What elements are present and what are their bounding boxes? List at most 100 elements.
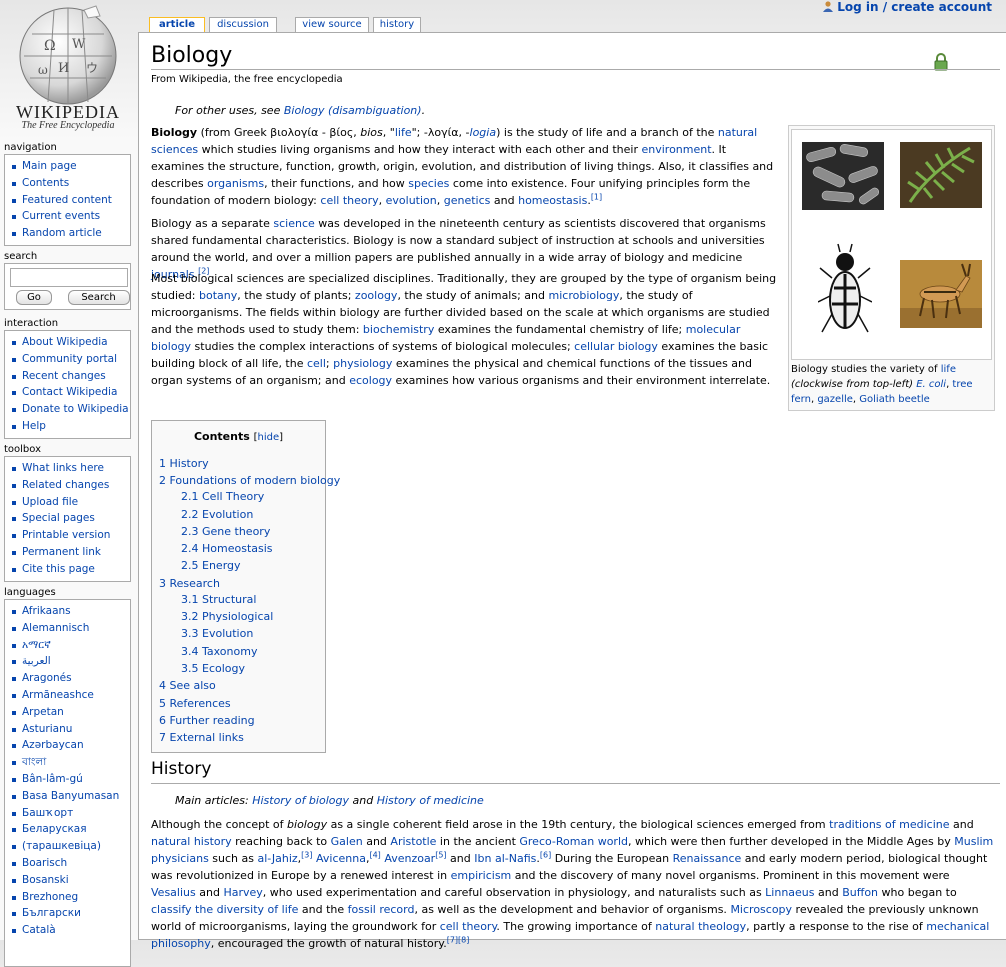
link[interactable]: life — [395, 126, 412, 139]
tab-article[interactable]: article — [149, 17, 205, 33]
sidebar-toolbox-item[interactable]: Related changes — [11, 477, 130, 494]
link[interactable]: Renaissance — [673, 852, 742, 865]
toc-number[interactable]: 3 — [159, 577, 166, 590]
toc-number[interactable]: 2.5 — [181, 559, 199, 572]
sidebar-language-item[interactable]: Català — [11, 922, 130, 939]
link[interactable]: zoology — [355, 289, 398, 302]
link[interactable]: Vesalius — [151, 886, 196, 899]
sidebar-language-item[interactable]: Basa Banyumasan — [11, 788, 130, 805]
link[interactable]: cell — [307, 357, 326, 370]
tree-fern-image[interactable] — [900, 142, 982, 208]
wikipedia-logo[interactable]: Ω W И ウ ω WIKIPEDIA The Free Encyclopedi… — [6, 0, 130, 142]
link[interactable]: Harvey — [223, 886, 262, 899]
link[interactable]: genetics — [444, 194, 491, 207]
toc-number[interactable]: 3.5 — [181, 662, 199, 675]
search-button[interactable]: Search — [67, 290, 130, 305]
sidebar-language-link[interactable]: Afrikaans — [22, 605, 71, 617]
toc-number[interactable]: 2.1 — [181, 490, 199, 503]
search-input[interactable] — [10, 268, 128, 287]
toc-entry[interactable]: 1 History — [159, 457, 209, 470]
link[interactable]: Aristotle — [390, 835, 436, 848]
link[interactable]: natural theology — [655, 920, 746, 933]
link[interactable]: Avenzoar — [384, 852, 435, 865]
link[interactable]: biochemistry — [363, 323, 434, 336]
sidebar-language-link[interactable]: Asturianu — [22, 723, 72, 735]
sidebar-language-link[interactable]: (тарашкевіца) — [22, 840, 101, 852]
sidebar-language-link[interactable]: Arpetan — [22, 706, 64, 718]
sidebar-interaction-link[interactable]: Help — [22, 420, 46, 432]
sidebar-nav-link[interactable]: Featured content — [22, 194, 112, 206]
toc-number[interactable]: 3.4 — [181, 645, 199, 658]
toc-number[interactable]: 1 — [159, 457, 166, 470]
gazelle-image[interactable] — [900, 260, 982, 328]
link[interactable]: homeostasis — [518, 194, 587, 207]
toc-number[interactable]: 3.2 — [181, 610, 199, 623]
sidebar-language-item[interactable]: Български — [11, 905, 130, 922]
toc-link[interactable]: Ecology — [202, 662, 245, 675]
sidebar-interaction-item[interactable]: Community portal — [11, 351, 130, 368]
sidebar-language-item[interactable]: Brezhoneg — [11, 889, 130, 906]
sidebar-toolbox-link[interactable]: Upload file — [22, 496, 78, 508]
sidebar-language-item[interactable]: বাংলা — [11, 754, 130, 771]
sidebar-interaction-item[interactable]: Contact Wikipedia — [11, 384, 130, 401]
sidebar-language-link[interactable]: Български — [22, 907, 81, 919]
link[interactable]: Galen — [331, 835, 363, 848]
toc-entry[interactable]: 3.1 Structural — [181, 593, 256, 606]
link[interactable]: organisms — [207, 177, 264, 190]
sidebar-nav-link[interactable]: Current events — [22, 210, 100, 222]
reference-link[interactable]: [3] — [301, 850, 312, 859]
sidebar-interaction-item[interactable]: Help — [11, 418, 130, 435]
sidebar-language-item[interactable]: Azərbaycan — [11, 737, 130, 754]
login-link[interactable]: Log in / create account — [837, 0, 992, 14]
toc-link[interactable]: History — [170, 457, 209, 470]
link[interactable]: physiology — [333, 357, 392, 370]
ecoli-image[interactable] — [802, 142, 884, 210]
sidebar-language-link[interactable]: Bosanski — [22, 874, 69, 886]
sidebar-language-link[interactable]: Armãneashce — [22, 689, 94, 701]
sidebar-language-link[interactable]: Azərbaycan — [22, 739, 84, 751]
sidebar-language-item[interactable]: አማርኛ — [11, 637, 130, 654]
toc-entry[interactable]: 5 References — [159, 697, 231, 710]
toc-entry[interactable]: 3 Research — [159, 577, 220, 590]
goliath-beetle-image[interactable] — [818, 242, 872, 340]
link[interactable]: fossil record — [348, 903, 415, 916]
link[interactable]: evolution — [386, 194, 437, 207]
sidebar-language-link[interactable]: Brezhoneg — [22, 891, 78, 903]
toc-number[interactable]: 3.3 — [181, 627, 199, 640]
sidebar-toolbox-item[interactable]: Permanent link — [11, 544, 130, 561]
sidebar-language-link[interactable]: Boarisch — [22, 857, 67, 869]
toc-link[interactable]: External links — [170, 731, 244, 744]
sidebar-language-link[interactable]: বাংলা — [22, 756, 46, 768]
toc-link[interactable]: References — [170, 697, 231, 710]
toc-link[interactable]: Energy — [202, 559, 241, 572]
toc-link[interactable]: Gene theory — [202, 525, 270, 538]
sidebar-toolbox-item[interactable]: What links here — [11, 460, 130, 477]
link[interactable]: Buffon — [842, 886, 878, 899]
link[interactable]: ecology — [349, 374, 392, 387]
sidebar-nav-item[interactable]: Main page — [11, 158, 130, 175]
disambiguation-link[interactable]: Biology (disambiguation) — [284, 104, 422, 117]
toc-link[interactable]: Research — [170, 577, 220, 590]
link[interactable]: life — [941, 364, 956, 375]
toc-link[interactable]: Homeostasis — [202, 542, 273, 555]
sidebar-language-item[interactable]: Boarisch — [11, 855, 130, 872]
reference-link[interactable]: [1] — [591, 192, 602, 201]
toc-entry[interactable]: 2 Foundations of modern biology — [159, 474, 340, 487]
link[interactable]: microbiology — [549, 289, 620, 302]
sidebar-language-item[interactable]: Bosanski — [11, 872, 130, 889]
sidebar-language-link[interactable]: Bân-lâm-gú — [22, 773, 83, 785]
tab-view-source[interactable]: view source — [295, 17, 369, 32]
sidebar-toolbox-link[interactable]: Related changes — [22, 479, 109, 491]
link[interactable]: History of biology — [252, 794, 349, 807]
sidebar-nav-link[interactable]: Random article — [22, 227, 102, 239]
link[interactable]: E. coli — [916, 379, 946, 390]
toc-link[interactable]: Cell Theory — [202, 490, 264, 503]
sidebar-toolbox-item[interactable]: Printable version — [11, 527, 130, 544]
toc-entry[interactable]: 2.4 Homeostasis — [181, 542, 273, 555]
link[interactable]: species — [408, 177, 449, 190]
sidebar-toolbox-item[interactable]: Upload file — [11, 494, 130, 511]
toc-link[interactable]: Further reading — [170, 714, 255, 727]
toc-entry[interactable]: 2.5 Energy — [181, 559, 241, 572]
toc-number[interactable]: 6 — [159, 714, 166, 727]
link[interactable]: Greco-Roman world — [519, 835, 628, 848]
